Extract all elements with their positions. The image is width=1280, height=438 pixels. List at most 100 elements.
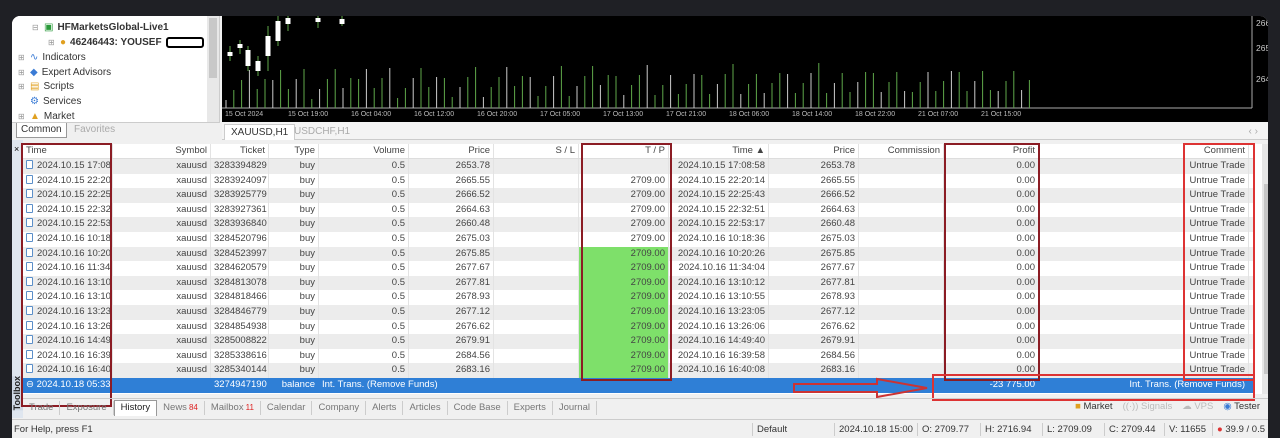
candle-body [245,50,251,66]
table-row[interactable]: 2024.10.15 22:25:43 xauusd 3283925779 buy 0.… [23,188,1253,203]
column-header[interactable]: Time [23,144,113,158]
column-header[interactable]: S / L [494,144,579,158]
toolbox-tab-company[interactable]: Company [312,400,367,415]
tab-common[interactable]: Common [16,123,67,138]
table-cell: 2677.67 [769,261,859,276]
price-label: 2643.60 [1256,74,1268,84]
table-row[interactable]: 2024.10.15 22:32:51 xauusd 3283927361 buy 0.… [23,202,1253,218]
time-label: 15 Oct 2024 [225,111,264,118]
table-cell: 2709.00 [579,319,669,335]
cell-text: xauusd [176,291,207,303]
column-header[interactable]: T / P [579,144,669,158]
column-header[interactable]: Price [769,144,859,158]
table-row[interactable]: 2024.10.16 13:10:12 xauusd 3284813078 buy 0.… [23,275,1253,291]
table-cell: 2024.10.16 10:18:36 [23,232,113,247]
chart-tab-scroll-arrows-icon[interactable]: ‹ › [1243,124,1264,140]
table-scrollbar[interactable] [1262,144,1268,394]
nav-scripts[interactable]: ⊞ ▤ Scripts [18,79,74,93]
nav-services[interactable]: ⚙ Services [18,94,81,108]
table-cell: 2024.10.15 17:08:58 [669,159,769,174]
cell-text: 2709.00 [630,218,665,230]
table-row[interactable]: 2024.10.16 16:39:58 xauusd 3285338616 buy 0.… [23,348,1253,364]
cell-text: 2677.12 [455,306,490,317]
cell-text: 2653.78 [820,160,855,171]
toolbox-tab-exposure[interactable]: Exposure [60,400,114,415]
cell-text: 3284846779 [214,306,267,317]
toolbox-tab-trade[interactable]: Trade [23,400,61,415]
table-row[interactable]: 2024.10.15 22:53:17 xauusd 3283936840 buy 0.… [23,217,1253,232]
cell-text: 2666.52 [455,189,490,201]
table-row[interactable]: 2024.10.15 17:08:58 xauusd 3283394829 buy 0.… [23,159,1253,174]
column-header[interactable]: Price [409,144,494,158]
chart-tab-usdchf[interactable]: USDCHF,H1 [288,124,356,140]
table-cell: 2675.85 [769,246,859,262]
balance-row[interactable]: ⊖ 2024.10.18 05:33:49 3274947190 balance In… [23,378,1253,393]
cell-text: Untrue Trade [1189,218,1245,230]
cell-text: 3284520796 [214,233,267,244]
toolbox-tab-journal[interactable]: Journal [553,400,597,415]
toolbox-tab-calendar[interactable]: Calendar [261,400,313,415]
nav-expert-advisors[interactable]: ⊞ ◆ Expert Advisors [18,65,111,79]
column-header[interactable]: Volume [319,144,409,158]
table-row[interactable]: 2024.10.16 10:20:26 xauusd 3284523997 buy 0.… [23,246,1253,262]
tester-link[interactable]: ◉ Tester [1223,401,1260,412]
chart-tab-xauusd[interactable]: XAUUSD,H1 [224,124,296,140]
header-label: Price [833,145,855,156]
signals-link[interactable]: ((·)) Signals [1123,401,1173,412]
price-chart[interactable]: 15 Oct 2024 15 Oct 19:00 16 Oct 04:00 16 Oc… [222,16,1268,122]
toolbox-tab-alerts[interactable]: Alerts [366,400,404,415]
vps-link[interactable]: ☁ VPS [1182,401,1213,412]
market-link[interactable]: ■ Market [1075,401,1112,412]
table-row[interactable]: 2024.10.16 10:18:36 xauusd 3284520796 buy 0.… [23,232,1253,247]
column-header[interactable]: Comment [1039,144,1249,158]
nav-server[interactable]: ⊟ ▣ HFMarketsGlobal-Live1 [32,20,169,34]
profile-name: Default [752,423,834,436]
toolbox-tab-code-base[interactable]: Code Base [448,400,508,415]
table-row[interactable]: 2024.10.16 13:23:05 xauusd 3284846779 buy 0.… [23,305,1253,320]
cell-text: 2665.55 [455,174,490,186]
nav-indicators[interactable]: ⊞ ∿ Indicators [18,50,86,64]
toolbox-tab-news[interactable]: News 84 [157,400,205,415]
table-row[interactable]: 2024.10.16 11:34:04 xauusd 3284620579 buy 0.… [23,261,1253,276]
table-cell: 0.5 [319,275,409,291]
cell-text: 2024.10.15 22:25:43 [677,189,765,201]
tab-label: Exposure [66,401,107,413]
table-cell: 2709.00 [579,232,669,247]
table-row[interactable]: 2024.10.15 22:20:14 xauusd 3283924097 buy 0.… [23,173,1253,189]
table-cell: xauusd [113,261,211,276]
table-row[interactable]: 2024.10.16 14:49:40 xauusd 3285008822 buy 0.… [23,334,1253,349]
table-row[interactable]: 2024.10.16 16:40:08 xauusd 3285340144 buy 0.… [23,363,1253,378]
cell-text: Untrue Trade [1189,174,1245,186]
navigator-scrollbar[interactable] [207,16,219,122]
nav-market[interactable]: ⊞ ▲ Market [18,109,74,123]
toolbox-tab-articles[interactable]: Articles [403,400,448,415]
cell-text: buy [299,233,315,244]
toolbox-tab-history[interactable]: History [113,399,158,416]
toolbox-tab-experts[interactable]: Experts [508,400,553,415]
column-header[interactable]: Symbol [113,144,211,158]
cell-text: 2024.10.16 10:20:26 [37,247,113,259]
toolbox-sidebar[interactable]: × Toolbox [12,140,23,418]
table-cell: buy [269,202,319,218]
table-cell: 2709.00 [579,217,669,232]
column-header[interactable]: Type [269,144,319,158]
table-cell: 0.00 [944,217,1039,232]
table-cell: 2024.10.15 22:20:14 [669,173,769,189]
close-icon[interactable]: × [14,144,19,154]
balance-cell: balance [269,378,319,393]
cell-text: 3284813078 [214,276,267,288]
column-header[interactable]: Profit [944,144,1039,158]
table-row[interactable]: 2024.10.16 13:10:55 xauusd 3284818466 buy 0.… [23,290,1253,305]
column-header[interactable]: Ticket [211,144,269,158]
toolbox-tab-mailbox[interactable]: Mailbox 11 [205,400,261,415]
cell-text: xauusd [176,218,207,230]
column-header[interactable]: Time ▲ [669,144,769,158]
nav-account[interactable]: ⊞ ● 46246443: YOUSEF [48,35,204,49]
tab-favorites[interactable]: Favorites [70,123,119,138]
table-row[interactable]: 2024.10.16 13:26:06 xauusd 3284854938 buy 0.… [23,319,1253,335]
header-label: Volume [373,145,405,156]
table-cell: buy [269,173,319,189]
bar-low: L: 2709.09 [1042,423,1092,436]
column-header[interactable]: Commission [859,144,944,158]
signal-icon: ((·)) [1122,401,1139,412]
